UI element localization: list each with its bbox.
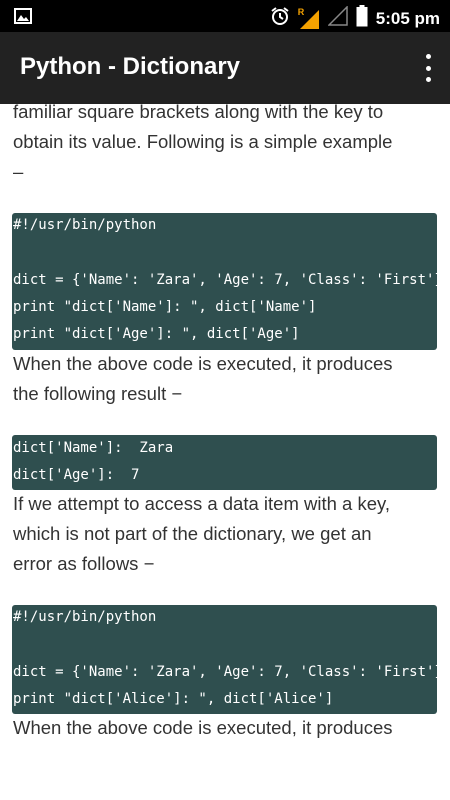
code-line: #!/usr/bin/python: [13, 217, 157, 233]
gallery-icon: [14, 8, 32, 29]
code-line: dict = {'Name': 'Zara', 'Age': 7, 'Class…: [13, 664, 437, 680]
code-line: dict['Name']: Zara: [13, 440, 174, 456]
paragraph-intro: familiar square brackets along with the …: [13, 104, 438, 187]
alarm-icon: [270, 6, 290, 31]
battery-icon: [356, 5, 368, 32]
code-line: dict = {'Name': 'Zara', 'Age': 7, 'Class…: [13, 272, 437, 288]
status-bar: R 5:05 pm: [0, 0, 450, 32]
paragraph-error: If we attempt to access a data item with…: [13, 489, 438, 579]
paragraph-line: which is not part of the dictionary, we …: [13, 523, 372, 544]
carrier-badge: R: [297, 6, 305, 17]
code-block-error-example: #!/usr/bin/python dict = {'Name': 'Zara'…: [12, 605, 437, 714]
page-title: Python - Dictionary: [20, 53, 241, 80]
code-block-example: #!/usr/bin/python dict = {'Name': 'Zara'…: [12, 213, 437, 350]
code-line: print "dict['Age']: ", dict['Age']: [13, 326, 300, 342]
code-line: dict['Age']: 7: [13, 467, 140, 483]
paragraph-result: When the above code is executed, it prod…: [13, 349, 438, 409]
code-line: print "dict['Name']: ", dict['Name']: [13, 299, 317, 315]
overflow-menu-icon[interactable]: [422, 54, 434, 82]
paragraph-line: error as follows −: [13, 553, 155, 574]
paragraph-line: –: [13, 161, 24, 182]
signal-empty-icon: [326, 5, 348, 31]
app-bar: Python - Dictionary: [0, 32, 450, 104]
paragraph-line: the following result −: [13, 383, 183, 404]
paragraph-result-2: When the above code is executed, it prod…: [13, 713, 438, 738]
article-content[interactable]: familiar square brackets along with the …: [0, 104, 450, 738]
paragraph-line: obtain its value. Following is a simple …: [13, 131, 393, 152]
code-line: print "dict['Alice']: ", dict['Alice']: [13, 691, 334, 707]
status-time: 5:05 pm: [375, 8, 440, 28]
code-block-output: dict['Name']: Zara dict['Age']: 7: [12, 435, 437, 490]
paragraph-line: If we attempt to access a data item with…: [13, 493, 391, 514]
paragraph-line: When the above code is executed, it prod…: [13, 353, 393, 374]
paragraph-line: When the above code is executed, it prod…: [13, 717, 393, 738]
signal-icon: R: [297, 6, 320, 30]
code-line: #!/usr/bin/python: [13, 609, 157, 625]
paragraph-line: familiar square brackets along with the …: [13, 104, 384, 122]
